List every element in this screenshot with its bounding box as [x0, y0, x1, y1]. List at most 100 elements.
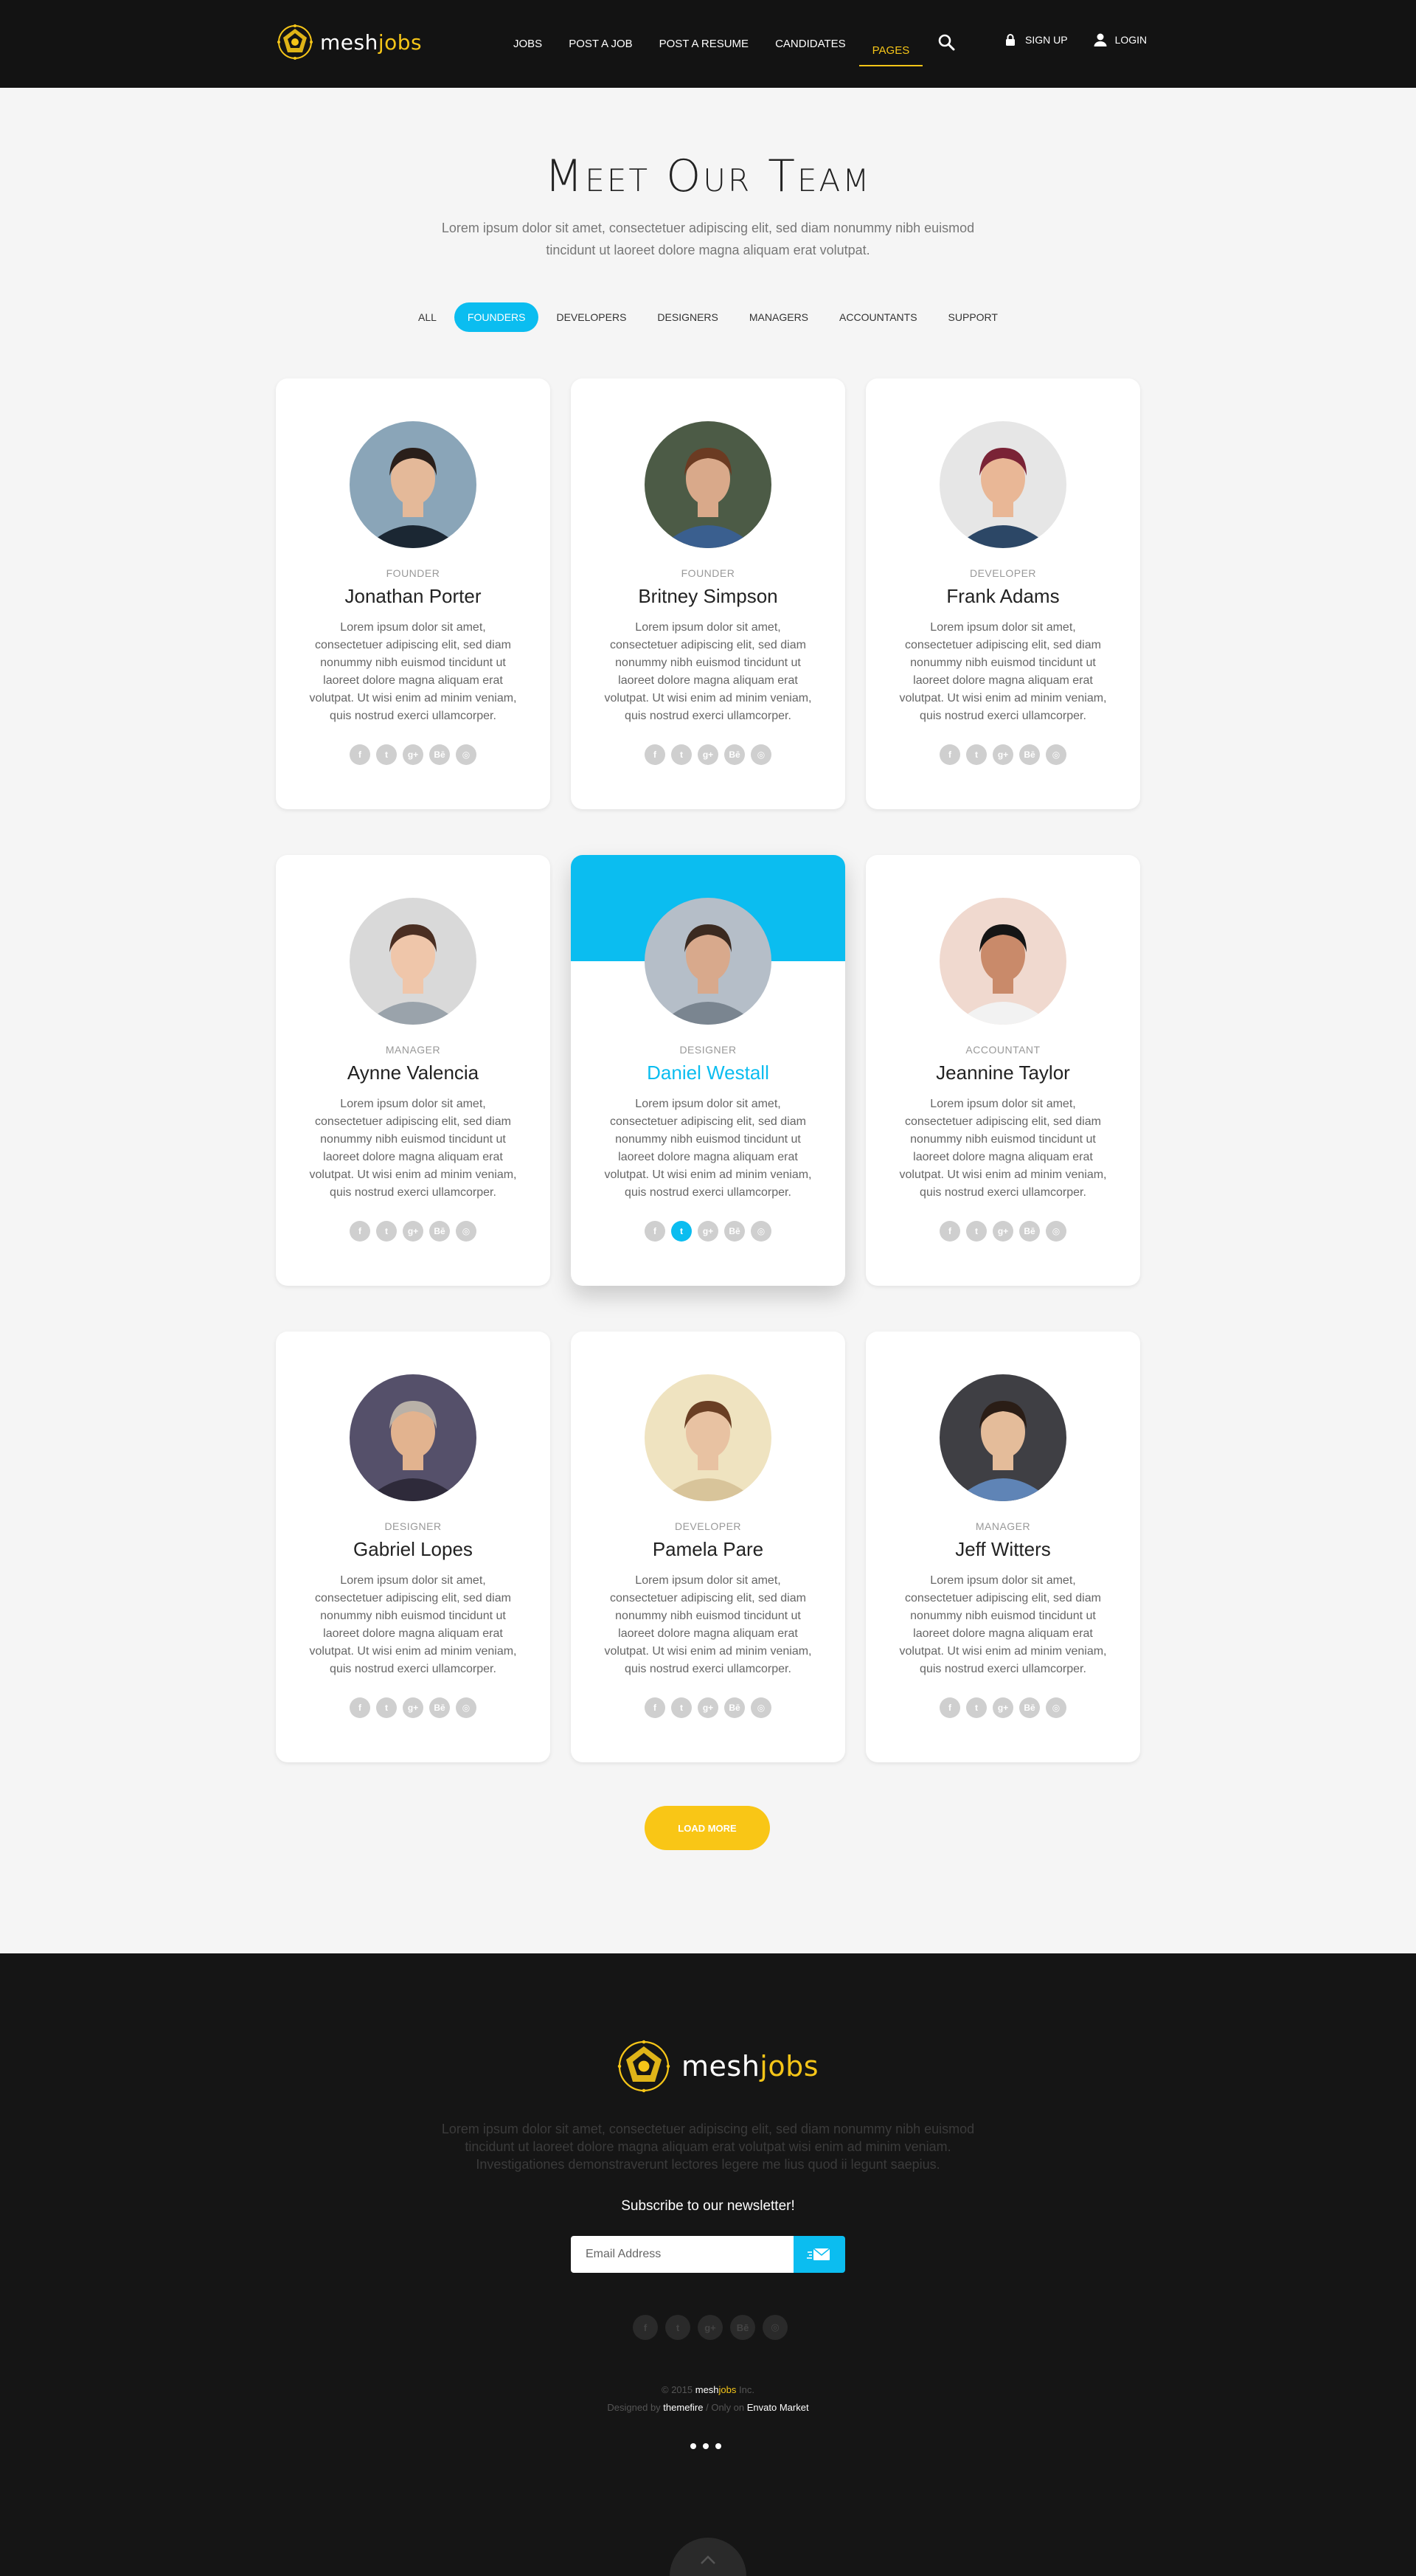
behance-icon[interactable]: Bē: [429, 1697, 450, 1718]
behance-icon[interactable]: Bē: [429, 744, 450, 765]
site-header: meshjobs JOBS POST A JOB POST A RESUME C…: [0, 0, 1416, 88]
behance-icon[interactable]: Bē: [724, 744, 745, 765]
dribbble-icon[interactable]: ◎: [456, 744, 476, 765]
member-role: ACCOUNTANT: [965, 1044, 1041, 1056]
dribbble-icon[interactable]: ◎: [751, 1697, 771, 1718]
scroll-to-top-button[interactable]: [670, 2538, 746, 2576]
behance-icon[interactable]: Bē: [730, 2315, 755, 2340]
nav-item-candidates[interactable]: CANDIDATES: [762, 30, 859, 59]
dribbble-icon[interactable]: ◎: [456, 1221, 476, 1242]
team-card[interactable]: MANAGER Aynne Valencia Lorem ipsum dolor…: [276, 855, 550, 1286]
member-name[interactable]: Britney Simpson: [571, 585, 845, 608]
facebook-icon[interactable]: f: [350, 1221, 370, 1242]
team-card[interactable]: MANAGER Jeff Witters Lorem ipsum dolor s…: [866, 1332, 1140, 1762]
signup-link[interactable]: SIGN UP: [1003, 32, 1068, 47]
filter-managers[interactable]: MANAGERS: [736, 302, 822, 332]
nav-item-pages[interactable]: PAGES: [858, 37, 923, 66]
member-name[interactable]: Jeannine Taylor: [866, 1062, 1140, 1084]
member-name[interactable]: Gabriel Lopes: [276, 1538, 550, 1561]
twitter-icon[interactable]: t: [966, 1697, 987, 1718]
facebook-icon[interactable]: f: [940, 1221, 960, 1242]
login-link[interactable]: LOGIN: [1093, 32, 1147, 47]
behance-icon[interactable]: Bē: [1019, 1697, 1040, 1718]
team-card[interactable]: DEVELOPER Pamela Pare Lorem ipsum dolor …: [571, 1332, 845, 1762]
filter-founders[interactable]: FOUNDERS: [454, 302, 539, 332]
google-plus-icon[interactable]: g+: [698, 2315, 723, 2340]
filter-all[interactable]: ALL: [405, 302, 450, 332]
google-plus-icon[interactable]: g+: [698, 1697, 718, 1718]
behance-icon[interactable]: Bē: [1019, 1221, 1040, 1242]
facebook-icon[interactable]: f: [645, 1221, 665, 1242]
nav-item-post-a-job[interactable]: POST A JOB: [555, 30, 645, 59]
dribbble-icon[interactable]: ◎: [1046, 1221, 1066, 1242]
filter-designers[interactable]: DESIGNERS: [644, 302, 731, 332]
nav-item-jobs[interactable]: JOBS: [500, 30, 555, 59]
twitter-icon[interactable]: t: [966, 744, 987, 765]
member-role: FOUNDER: [386, 567, 440, 579]
google-plus-icon[interactable]: g+: [403, 744, 423, 765]
email-input[interactable]: [571, 2236, 794, 2273]
dribbble-icon[interactable]: ◎: [1046, 744, 1066, 765]
load-more-button[interactable]: LOAD MORE: [645, 1806, 770, 1850]
team-card[interactable]: FOUNDER Jonathan Porter Lorem ipsum dolo…: [276, 378, 550, 809]
member-photo: [645, 421, 771, 548]
member-photo: [350, 1374, 476, 1501]
footer-logo[interactable]: meshjobs: [615, 2037, 819, 2095]
twitter-icon[interactable]: t: [665, 2315, 690, 2340]
member-name[interactable]: Pamela Pare: [571, 1538, 845, 1561]
facebook-icon[interactable]: f: [645, 744, 665, 765]
facebook-icon[interactable]: f: [350, 744, 370, 765]
team-card[interactable]: DESIGNER Gabriel Lopes Lorem ipsum dolor…: [276, 1332, 550, 1762]
google-plus-icon[interactable]: g+: [993, 744, 1013, 765]
member-name[interactable]: Aynne Valencia: [276, 1062, 550, 1084]
member-bio: Lorem ipsum dolor sit amet, consectetuer…: [899, 1098, 1107, 1199]
member-name[interactable]: Jeff Witters: [866, 1538, 1140, 1561]
behance-icon[interactable]: Bē: [1019, 744, 1040, 765]
lock-icon: [1006, 34, 1015, 46]
facebook-icon[interactable]: f: [940, 1697, 960, 1718]
twitter-icon[interactable]: t: [966, 1221, 987, 1242]
dribbble-icon[interactable]: ◎: [1046, 1697, 1066, 1718]
google-plus-icon[interactable]: g+: [698, 1221, 718, 1242]
team-card[interactable]: FOUNDER Britney Simpson Lorem ipsum dolo…: [571, 378, 845, 809]
search-icon[interactable]: [937, 32, 957, 53]
team-card[interactable]: ACCOUNTANT Jeannine Taylor Lorem ipsum d…: [866, 855, 1140, 1286]
facebook-icon[interactable]: f: [940, 744, 960, 765]
filter-developers[interactable]: DEVELOPERS: [543, 302, 639, 332]
member-name[interactable]: Daniel Westall: [571, 1062, 845, 1084]
twitter-icon[interactable]: t: [376, 1697, 397, 1718]
behance-icon[interactable]: Bē: [429, 1221, 450, 1242]
member-photo: [350, 898, 476, 1025]
behance-icon[interactable]: Bē: [724, 1221, 745, 1242]
facebook-icon[interactable]: f: [350, 1697, 370, 1718]
facebook-icon[interactable]: f: [633, 2315, 658, 2340]
filter-accountants[interactable]: ACCOUNTANTS: [826, 302, 931, 332]
member-name[interactable]: Jonathan Porter: [276, 585, 550, 608]
designer-link[interactable]: themefire: [663, 2402, 703, 2413]
team-card[interactable]: DEVELOPER Frank Adams Lorem ipsum dolor …: [866, 378, 1140, 809]
dribbble-icon[interactable]: ◎: [456, 1697, 476, 1718]
market-link[interactable]: Envato Market: [747, 2402, 809, 2413]
member-name[interactable]: Frank Adams: [866, 585, 1140, 608]
nav-item-post-a-resume[interactable]: POST A RESUME: [646, 30, 762, 59]
dribbble-icon[interactable]: ◎: [751, 744, 771, 765]
member-social-links: f t g+ Bē ◎: [276, 1221, 550, 1242]
facebook-icon[interactable]: f: [645, 1697, 665, 1718]
twitter-icon[interactable]: t: [376, 1221, 397, 1242]
filter-support[interactable]: SUPPORT: [935, 302, 1011, 332]
twitter-icon[interactable]: t: [671, 744, 692, 765]
google-plus-icon[interactable]: g+: [993, 1697, 1013, 1718]
team-card[interactable]: DESIGNER Daniel Westall Lorem ipsum dolo…: [571, 855, 845, 1286]
brand-logo[interactable]: meshjobs: [276, 23, 422, 61]
twitter-icon[interactable]: t: [671, 1221, 692, 1242]
behance-icon[interactable]: Bē: [724, 1697, 745, 1718]
subscribe-button[interactable]: [794, 2236, 845, 2273]
dribbble-icon[interactable]: ◎: [763, 2315, 788, 2340]
twitter-icon[interactable]: t: [376, 744, 397, 765]
google-plus-icon[interactable]: g+: [403, 1221, 423, 1242]
dribbble-icon[interactable]: ◎: [751, 1221, 771, 1242]
google-plus-icon[interactable]: g+: [403, 1697, 423, 1718]
google-plus-icon[interactable]: g+: [993, 1221, 1013, 1242]
twitter-icon[interactable]: t: [671, 1697, 692, 1718]
google-plus-icon[interactable]: g+: [698, 744, 718, 765]
